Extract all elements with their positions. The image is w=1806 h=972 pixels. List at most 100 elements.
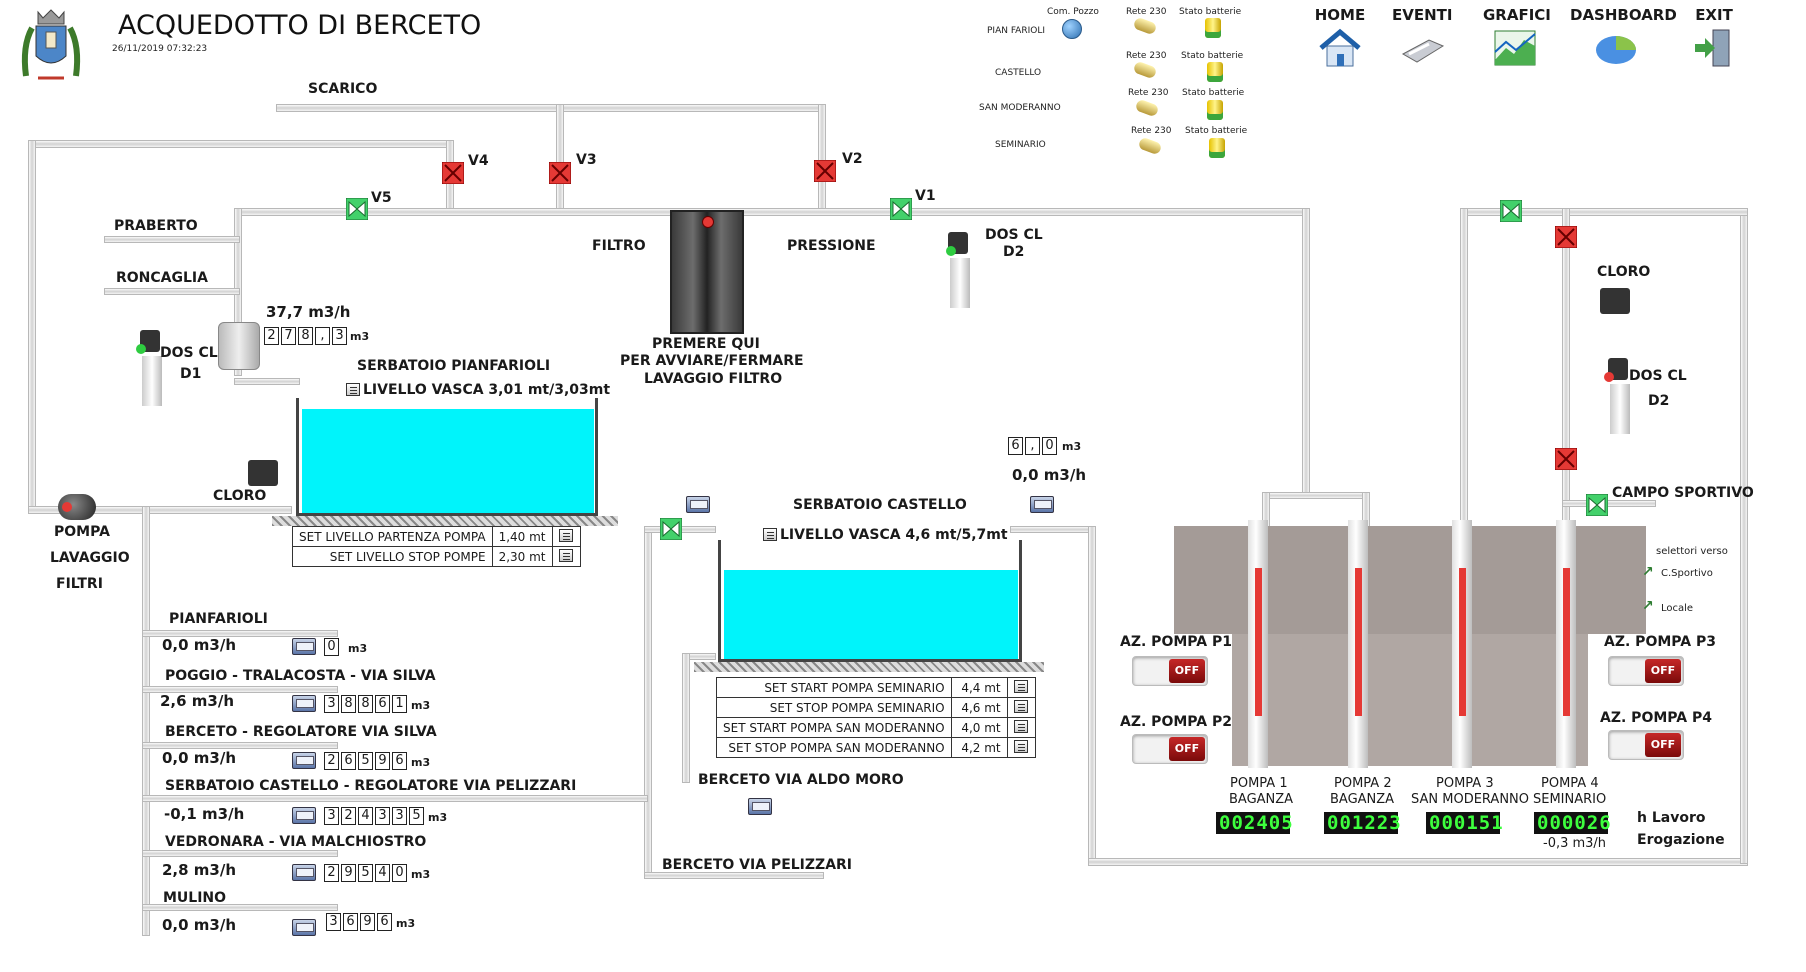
plug-icon: [1132, 60, 1158, 80]
pipe: [682, 653, 690, 783]
pump-p3-toggle[interactable]: OFF: [1608, 656, 1684, 686]
pipe: [142, 850, 338, 857]
pump-p2-label: AZ. POMPA P2: [1120, 714, 1232, 730]
castello-flow-rate: 0,0 m3/h: [1012, 466, 1087, 484]
edit-icon[interactable]: [1014, 679, 1029, 693]
valve-v1-open[interactable]: [890, 198, 912, 220]
filter-unit[interactable]: [670, 210, 744, 334]
pump-p1-state: OFF: [1169, 659, 1205, 683]
well-4-name: POMPA 4: [1541, 776, 1599, 791]
valve-v3-closed[interactable]: [549, 162, 571, 184]
plug-icon: [1134, 98, 1160, 118]
dist-unit-4: m3: [411, 868, 431, 881]
valve-v2-label: V2: [842, 151, 863, 167]
locale-label: Locale: [1661, 603, 1694, 614]
nav-eventi-button[interactable]: EVENTI: [1392, 6, 1452, 72]
dist-counter-3: 324335: [324, 807, 424, 825]
selettori-label: selettori verso: [1656, 546, 1728, 557]
filter-wash-command-line2[interactable]: PER AVVIARE/FERMARE: [620, 353, 804, 369]
flow-meter-icon: [1030, 496, 1054, 513]
com-pozzo-globe-icon: [1062, 19, 1082, 39]
pipe: [686, 653, 716, 660]
valve-castello-inlet-open[interactable]: [660, 518, 682, 540]
well-3-hours-counter: 000151: [1426, 812, 1503, 834]
valve-right-closed[interactable]: [1555, 226, 1577, 248]
dist-name-1: POGGIO - TRALACOSTA - VIA SILVA: [165, 668, 436, 684]
stato-label-4: Stato batterie: [1185, 126, 1248, 136]
pipe: [1010, 526, 1090, 533]
pump-p4-label: AZ. POMPA P4: [1600, 710, 1712, 726]
ground-section: [1232, 634, 1588, 766]
flow-meter-icon: [292, 807, 316, 824]
dist-unit-2: m3: [411, 756, 431, 769]
nav-exit-label: EXIT: [1695, 6, 1733, 24]
nav-home-button[interactable]: HOME: [1310, 6, 1370, 72]
pump-p4-toggle[interactable]: OFF: [1608, 730, 1684, 760]
pipe: [1562, 500, 1656, 507]
pipe: [1302, 208, 1310, 498]
selector-arrow-icon[interactable]: ↗: [1642, 598, 1654, 614]
well-pump-3-motor: [1459, 568, 1466, 716]
pipe: [276, 104, 826, 112]
pompa-lavaggio-line1: POMPA: [54, 524, 110, 540]
valve-v5-open[interactable]: [346, 198, 368, 220]
pipe: [556, 104, 564, 214]
dist-counter-5: 3696: [326, 913, 392, 931]
berceto-aldo-moro-label: BERCETO VIA ALDO MORO: [698, 772, 904, 788]
dist-name-2: BERCETO - REGOLATORE VIA SILVA: [165, 724, 437, 740]
dist-flow-4: 2,8 m3/h: [162, 861, 237, 879]
chlorine-dosing-pump-d2-top: [944, 232, 976, 312]
valve-right-top-open[interactable]: [1500, 200, 1522, 222]
nav-grafici-button[interactable]: GRAFICI: [1483, 6, 1551, 72]
rete-label-4: Rete 230: [1131, 126, 1172, 136]
pianfarioli-settings-table: SET LIVELLO PARTENZA POMPA 1,40 mt SET LI…: [292, 526, 581, 567]
valve-v4-closed[interactable]: [442, 162, 464, 184]
edit-icon[interactable]: [1014, 739, 1029, 753]
battery-ok-icon: [1207, 62, 1223, 82]
scarico-label: SCARICO: [308, 81, 378, 97]
pompa-lavaggio-line2: LAVAGGIO: [50, 550, 130, 566]
pressione-label: PRESSIONE: [787, 238, 876, 254]
h-lavoro-label: h Lavoro: [1637, 810, 1706, 826]
nav-exit-button[interactable]: EXIT: [1684, 6, 1744, 72]
pipe: [1460, 208, 1468, 528]
pipe: [142, 506, 150, 936]
flow-meter-icon: [292, 752, 316, 769]
c-sportivo-label: C.Sportivo: [1661, 568, 1713, 579]
cloro-left-label: CLORO: [213, 488, 267, 504]
valve-right-lower-closed[interactable]: [1555, 448, 1577, 470]
status-site-sanmoderanno: SAN MODERANNO: [979, 103, 1061, 113]
valve-campo-sportivo-open[interactable]: [1586, 494, 1608, 516]
events-icon: [1401, 39, 1445, 63]
dist-counter-1: 38861: [324, 695, 407, 713]
status-site-seminario: SEMINARIO: [995, 140, 1046, 150]
well-4-hours-counter: 000026: [1534, 812, 1611, 834]
dist-flow-1: 2,6 m3/h: [160, 692, 235, 710]
stato-label-1: Stato batterie: [1179, 7, 1242, 17]
table-row: SET LIVELLO STOP POMPE 2,30 mt: [292, 546, 581, 567]
pump-p1-label: AZ. POMPA P1: [1120, 634, 1232, 650]
pump-p2-toggle[interactable]: OFF: [1132, 734, 1208, 764]
erogazione-label: Erogazione: [1637, 832, 1725, 848]
selector-arrow-icon[interactable]: ↗: [1642, 564, 1654, 580]
nav-dashboard-button[interactable]: DASHBOARD: [1570, 6, 1677, 72]
pump-p1-toggle[interactable]: OFF: [1132, 656, 1208, 686]
roncaglia-label: RONCAGLIA: [116, 270, 208, 286]
filter-wash-command-line1[interactable]: PREMERE QUI: [652, 336, 760, 352]
tank-water-pianfarioli: [302, 409, 594, 513]
edit-icon[interactable]: [559, 528, 573, 542]
stato-label-2: Stato batterie: [1181, 51, 1244, 61]
dist-flow-5: 0,0 m3/h: [162, 916, 237, 934]
valve-v2-closed[interactable]: [814, 160, 836, 182]
tank-base-castello: [694, 662, 1044, 672]
pipe: [1740, 208, 1748, 864]
dist-name-4: VEDRONARA - VIA MALCHIOSTRO: [165, 834, 427, 850]
edit-icon[interactable]: [559, 548, 573, 562]
well-3-name: POMPA 3: [1436, 776, 1494, 791]
home-icon: [1319, 28, 1361, 67]
table-row: SET LIVELLO PARTENZA POMPA 1,40 mt: [292, 526, 581, 547]
filter-wash-command-line3[interactable]: LAVAGGIO FILTRO: [644, 371, 782, 387]
edit-icon[interactable]: [1014, 699, 1029, 713]
edit-icon[interactable]: [1014, 719, 1029, 733]
chlorine-dosing-pump-d1: [136, 330, 168, 410]
